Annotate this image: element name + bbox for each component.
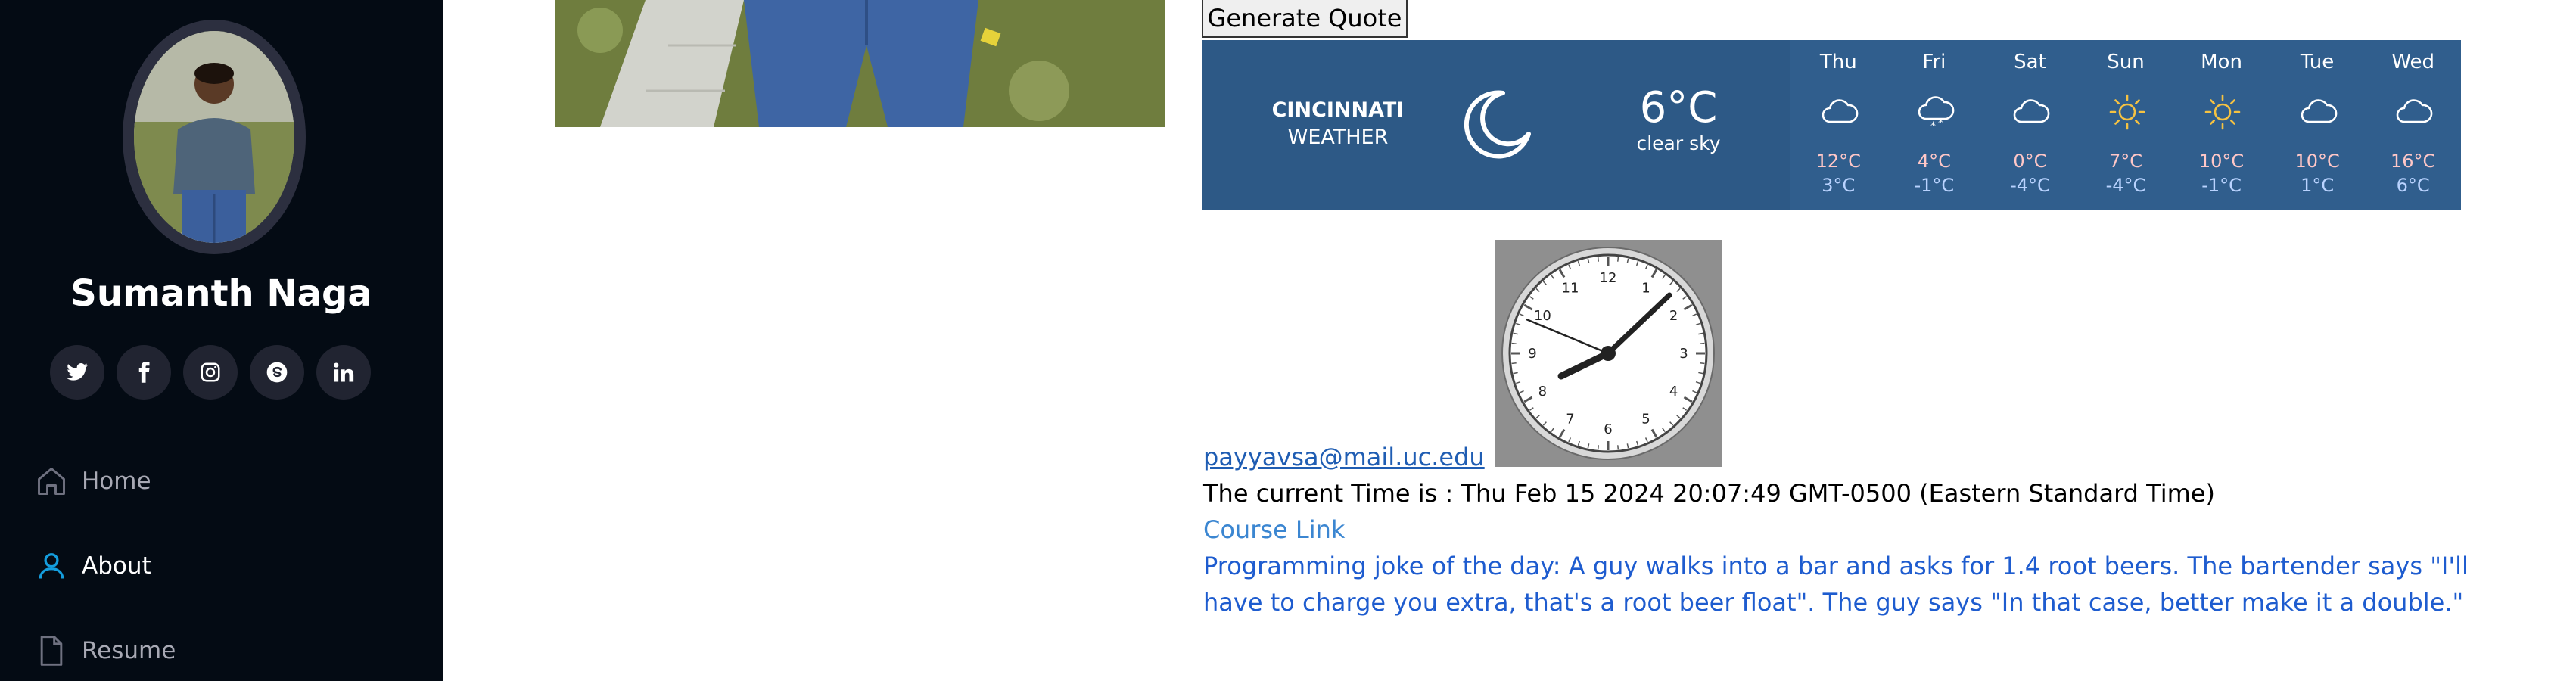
nav-about-label: About xyxy=(82,552,151,580)
avatar xyxy=(134,31,294,243)
instagram-link[interactable] xyxy=(183,345,238,400)
snow-cloud-icon: * * xyxy=(1918,96,1954,132)
nav-about[interactable]: About xyxy=(35,543,151,589)
cloud-icon xyxy=(2397,99,2433,123)
forecast-low: -4°C xyxy=(2105,175,2146,196)
clock-numeral: 10 xyxy=(1534,308,1551,324)
forecast-day: Sat 0°C -4°C xyxy=(1982,40,2078,210)
svg-text:*: * xyxy=(1938,117,1943,129)
forecast-day: Fri * * 4°C -1°C xyxy=(1887,40,1983,210)
facebook-icon xyxy=(138,362,150,383)
twitter-link[interactable] xyxy=(50,345,104,400)
facebook-link[interactable] xyxy=(117,345,171,400)
forecast-day: Wed 16°C 6°C xyxy=(2365,40,2461,210)
forecast-high: 4°C xyxy=(1917,151,1951,172)
weather-widget[interactable]: CINCINNATI WEATHER 6°C clear sky Thu 12°… xyxy=(1202,40,2461,210)
sidebar: Sumanth Naga Home About Resume xyxy=(0,0,443,681)
sun-icon xyxy=(2109,94,2145,130)
forecast: Thu 12°C 3°C Fri * * 4°C -1°C Sat 0°C -4… xyxy=(1790,40,2461,210)
analog-clock: 12 1 2 3 4 5 6 7 8 9 10 11 xyxy=(1495,240,1722,467)
skype-link[interactable] xyxy=(250,345,304,400)
forecast-low: -1°C xyxy=(2201,175,2242,196)
twitter-icon xyxy=(67,363,88,381)
email-link[interactable]: payyavsa@mail.uc.edu xyxy=(1203,439,2490,475)
generate-quote-button[interactable]: Generate Quote xyxy=(1202,0,1408,38)
course-link[interactable]: Course Link xyxy=(1203,512,2490,548)
forecast-low: -1°C xyxy=(1914,175,1955,196)
nav-resume-label: Resume xyxy=(82,637,176,664)
cloud-icon xyxy=(1822,99,1859,123)
clock-numeral: 5 xyxy=(1641,412,1650,428)
forecast-day-name: Wed xyxy=(2391,51,2434,73)
linkedin-icon xyxy=(334,362,354,382)
forecast-day-name: Mon xyxy=(2201,51,2242,73)
clock-numeral: 6 xyxy=(1604,421,1612,437)
forecast-low: 3°C xyxy=(1822,175,1856,196)
clock-numeral: 1 xyxy=(1641,280,1650,296)
forecast-high: 16°C xyxy=(2391,151,2436,172)
forecast-day-name: Sat xyxy=(2014,51,2046,73)
clock-numeral: 4 xyxy=(1669,384,1678,400)
svg-text:*: * xyxy=(1930,120,1936,132)
nav-home[interactable]: Home xyxy=(35,459,151,504)
clock-tick xyxy=(1511,362,1517,365)
clock-tick xyxy=(1700,362,1705,365)
forecast-day: Mon 10°C -1°C xyxy=(2173,40,2270,210)
home-icon xyxy=(38,468,65,495)
clock-numeral: 11 xyxy=(1562,280,1579,296)
moon-icon xyxy=(1464,90,1531,159)
instagram-icon xyxy=(201,362,220,382)
clock-numeral: 7 xyxy=(1566,412,1574,428)
nav-resume[interactable]: Resume xyxy=(35,628,176,673)
forecast-day-name: Tue xyxy=(2300,51,2335,73)
info-block: payyavsa@mail.uc.edu The current Time is… xyxy=(1203,439,2490,620)
forecast-high: 7°C xyxy=(2108,151,2142,172)
current-time-text: The current Time is : Thu Feb 15 2024 20… xyxy=(1203,479,2215,508)
forecast-high: 12°C xyxy=(1815,151,1861,172)
forecast-high: 10°C xyxy=(2198,151,2245,172)
clock-numeral: 3 xyxy=(1679,346,1688,362)
skype-icon xyxy=(266,362,288,383)
avatar-frame xyxy=(123,20,306,254)
clock-numeral: 8 xyxy=(1538,384,1547,400)
clock-numeral: 9 xyxy=(1528,346,1536,362)
user-icon xyxy=(39,553,64,579)
current-temp: 6°C xyxy=(1639,83,1718,132)
forecast-day-name: Sun xyxy=(2107,51,2145,73)
clock-face-svg: 121234567891011 xyxy=(1501,247,1715,460)
forecast-low: 1°C xyxy=(2301,175,2335,196)
cloud-icon xyxy=(2301,99,2338,123)
forecast-day-name: Thu xyxy=(1819,51,1857,73)
forecast-low: 6°C xyxy=(2396,175,2430,196)
clock-numeral: 12 xyxy=(1600,270,1617,286)
clock-tick xyxy=(1597,257,1599,262)
forecast-day: Thu 12°C 3°C xyxy=(1790,40,1887,210)
forecast-day: Tue 10°C 1°C xyxy=(2270,40,2366,210)
current-weather: 6°C clear sky xyxy=(1610,86,1747,157)
profile-photo xyxy=(555,0,1165,127)
forecast-high: 10°C xyxy=(2294,151,2340,172)
forecast-day: Sun 7°C -4°C xyxy=(2078,40,2174,210)
weather-label: WEATHER xyxy=(1287,126,1389,149)
clock-numeral: 2 xyxy=(1669,308,1678,324)
forecast-high: 0°C xyxy=(2013,151,2047,172)
profile-name: Sumanth Naga xyxy=(70,272,372,315)
forecast-day-name: Fri xyxy=(1922,51,1946,73)
clock-tick xyxy=(1617,257,1619,262)
sun-icon xyxy=(2204,94,2241,130)
current-desc: clear sky xyxy=(1636,132,1721,154)
programming-joke: Programming joke of the day: A guy walks… xyxy=(1203,552,2469,617)
forecast-low: -4°C xyxy=(2010,175,2050,196)
file-icon xyxy=(40,636,63,666)
linkedin-link[interactable] xyxy=(316,345,371,400)
cloud-icon xyxy=(2013,99,2050,123)
weather-city: CINCINNATI xyxy=(1271,98,1405,122)
nav-home-label: Home xyxy=(82,468,151,495)
weather-location: CINCINNATI WEATHER xyxy=(1240,97,1436,151)
